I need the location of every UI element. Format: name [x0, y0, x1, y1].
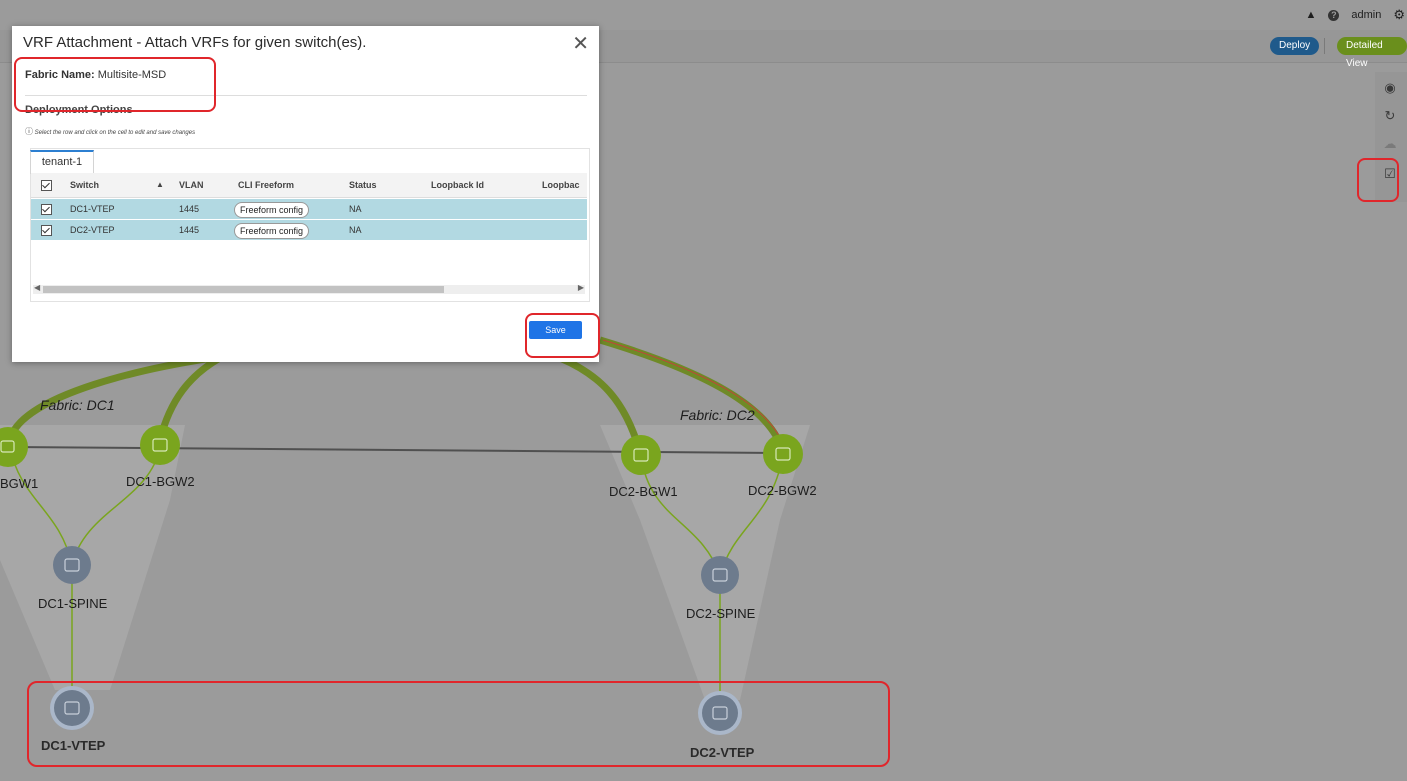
col-loopback-id[interactable]: Loopback Id [431, 173, 484, 197]
freeform-config-button[interactable]: Freeform config [234, 223, 310, 239]
select-all-checkbox[interactable] [41, 180, 52, 191]
scroll-right-icon[interactable]: ▶ [578, 283, 584, 292]
highlight-save-button [525, 313, 600, 358]
label-bgw1: BGW1 [0, 476, 39, 491]
col-cli-freeform[interactable]: CLI Freeform [238, 173, 294, 197]
table-header: Switch ▲ VLAN CLI Freeform Status Loopba… [31, 173, 587, 198]
fabric-dc2-label: Fabric: DC2 [680, 407, 755, 423]
hint-text: ⓘ Select the row and click on the cell t… [25, 127, 196, 136]
scroll-left-icon[interactable]: ◀ [34, 283, 40, 292]
cell-vlan[interactable]: 1445 [179, 220, 199, 240]
freeform-config-button[interactable]: Freeform config [234, 202, 310, 218]
label-dc1-bgw2: DC1-BGW2 [126, 474, 195, 489]
horizontal-scrollbar[interactable]: ◀ ▶ [33, 283, 585, 294]
node-dc2-bgw2 [763, 434, 803, 474]
cell-status: NA [349, 204, 362, 214]
node-dc2-bgw1 [621, 435, 661, 475]
col-loopback-ip[interactable]: Loopbac [542, 173, 580, 197]
row-checkbox[interactable] [41, 225, 52, 236]
col-status[interactable]: Status [349, 173, 377, 197]
close-icon[interactable]: ✕ [572, 31, 589, 56]
table-row[interactable]: DC1-VTEP 1445 Freeform config NA [31, 199, 587, 219]
tab-tenant-1[interactable]: tenant-1 [30, 150, 94, 174]
dialog-title: VRF Attachment - Attach VRFs for given s… [23, 34, 367, 51]
sort-asc-icon[interactable]: ▲ [156, 173, 164, 197]
node-dc2-spine [701, 556, 739, 594]
cell-vlan[interactable]: 1445 [179, 199, 199, 219]
node-dc1-spine [53, 546, 91, 584]
row-checkbox[interactable] [41, 204, 52, 215]
scrollbar-thumb[interactable] [43, 286, 444, 293]
fabric-dc1-label: Fabric: DC1 [40, 397, 115, 413]
cell-switch: DC2-VTEP [70, 225, 115, 235]
label-dc2-bgw2: DC2-BGW2 [748, 483, 817, 498]
label-dc2-spine: DC2-SPINE [686, 606, 756, 621]
col-switch[interactable]: Switch [70, 173, 99, 197]
highlight-fabric-name [14, 57, 216, 112]
col-vlan[interactable]: VLAN [179, 173, 204, 197]
cell-switch: DC1-VTEP [70, 204, 115, 214]
info-icon: ⓘ [25, 127, 33, 136]
label-dc2-bgw1: DC2-BGW1 [609, 484, 678, 499]
table-row[interactable]: DC2-VTEP 1445 Freeform config NA [31, 220, 587, 240]
cell-status: NA [349, 225, 362, 235]
label-dc1-spine: DC1-SPINE [38, 596, 108, 611]
node-dc1-bgw2 [140, 425, 180, 465]
highlight-vtep-nodes [27, 681, 890, 767]
